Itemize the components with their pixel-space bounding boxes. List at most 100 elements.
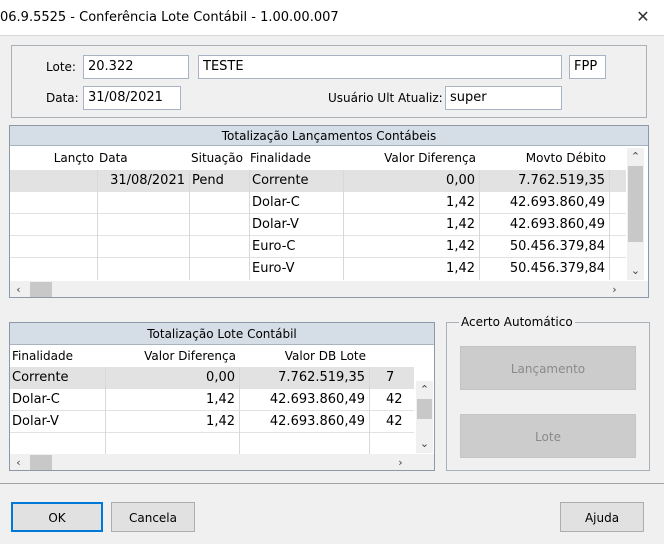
table-row[interactable]: 31/08/2021 Pend Corrente 0,00 7.762.519,… bbox=[10, 170, 626, 192]
cell-situacao: Pend bbox=[190, 170, 250, 192]
ajuda-button[interactable]: Ajuda bbox=[560, 502, 644, 532]
cell-valor-diferenca: 1,42 bbox=[106, 389, 240, 411]
chevron-up-icon[interactable]: ⌃ bbox=[416, 381, 433, 398]
col-header-data[interactable]: Data bbox=[99, 148, 189, 168]
col-header-finalidade[interactable]: Finalidade bbox=[12, 346, 106, 366]
lancamentos-horizontal-scrollbar[interactable]: ‹ › bbox=[10, 281, 648, 297]
cell-finalidade: Euro-V bbox=[250, 258, 344, 280]
cell-lancto bbox=[10, 236, 98, 258]
col-header-valor-diferenca[interactable]: Valor Diferença bbox=[106, 346, 240, 366]
cell-valor-diferenca: 1,42 bbox=[344, 192, 480, 214]
scroll-thumb[interactable] bbox=[30, 282, 52, 297]
cell-lancto bbox=[10, 214, 98, 236]
chevron-down-icon[interactable]: ⌄ bbox=[416, 435, 433, 452]
cell-next-column: 42 bbox=[386, 414, 403, 429]
acerto-automatico-group: Acerto Automático Lançamento Lote bbox=[446, 315, 650, 471]
footer-separator bbox=[0, 483, 664, 484]
lote-button[interactable]: Lote bbox=[460, 414, 636, 458]
cell-data bbox=[98, 258, 190, 280]
cell-valor-diferenca: 0,00 bbox=[106, 367, 240, 389]
col-header-lancto[interactable]: Lançto bbox=[10, 148, 96, 168]
table-row[interactable]: Dolar-C 1,42 42.693.860,49 bbox=[10, 192, 626, 214]
cell-valor-diferenca: 1,42 bbox=[344, 258, 480, 280]
col-header-valor-db-lote[interactable]: Valor DB Lote bbox=[240, 346, 370, 366]
table-row[interactable] bbox=[10, 433, 414, 455]
data-label: Data: bbox=[46, 91, 79, 105]
lancamentos-group: Totalização Lançamentos Contábeis Lançto… bbox=[9, 125, 649, 298]
cell-next-column: 42 bbox=[386, 392, 403, 407]
cell-valor-diferenca: 1,42 bbox=[344, 236, 480, 258]
ok-button[interactable]: OK bbox=[11, 502, 103, 532]
cell-finalidade: Dolar-C bbox=[250, 192, 344, 214]
lancamentos-grid-title: Totalização Lançamentos Contábeis bbox=[10, 126, 648, 146]
cell-data bbox=[98, 236, 190, 258]
lote-contabil-grid: Totalização Lote Contábil Finalidade Val… bbox=[9, 322, 435, 471]
lancamentos-vertical-scrollbar[interactable]: ⌃ ⌄ bbox=[627, 148, 644, 280]
table-row[interactable]: Dolar-C 1,42 42.693.860,49 42 bbox=[10, 389, 414, 411]
table-row[interactable]: Dolar-V 1,42 42.693.860,49 bbox=[10, 214, 626, 236]
lote-contabil-grid-title: Totalização Lote Contábil bbox=[10, 323, 434, 345]
cell-empty bbox=[240, 433, 370, 455]
cell-empty bbox=[106, 433, 240, 455]
cell-data: 31/08/2021 bbox=[98, 170, 190, 192]
header-group: Lote: 20.322 TESTE FPP Data: 31/08/2021 … bbox=[11, 45, 647, 118]
dialog-client: Lote: 20.322 TESTE FPP Data: 31/08/2021 … bbox=[0, 36, 664, 544]
scroll-thumb[interactable] bbox=[30, 455, 52, 470]
chevron-left-icon[interactable]: ‹ bbox=[10, 281, 27, 297]
usuario-field[interactable]: super bbox=[445, 86, 562, 110]
col-header-valor-diferenca[interactable]: Valor Diferença bbox=[344, 148, 480, 168]
chevron-right-icon[interactable]: › bbox=[392, 454, 409, 470]
cell-lancto bbox=[10, 192, 98, 214]
cell-finalidade: Dolar-V bbox=[250, 214, 344, 236]
table-row[interactable]: Corrente 0,00 7.762.519,35 7 bbox=[10, 367, 414, 389]
cell-movto-debito: 7.762.519,35 bbox=[480, 170, 610, 192]
lote-contabil-horizontal-scrollbar[interactable]: ‹ › bbox=[10, 454, 434, 470]
lancamento-button[interactable]: Lançamento bbox=[460, 346, 636, 390]
scroll-thumb[interactable] bbox=[628, 166, 643, 242]
cell-empty bbox=[10, 433, 106, 455]
cell-situacao bbox=[190, 192, 250, 214]
cell-valor-db-lote: 42.693.860,49 bbox=[240, 411, 370, 433]
cell-valor-db-lote: 7.762.519,35 bbox=[240, 367, 370, 389]
cell-finalidade: Dolar-C bbox=[10, 389, 106, 411]
cell-next-column: 7 bbox=[386, 370, 395, 385]
cell-situacao bbox=[190, 236, 250, 258]
lancamentos-grid: Totalização Lançamentos Contábeis Lançto… bbox=[9, 125, 649, 298]
cell-finalidade: Dolar-V bbox=[10, 411, 106, 433]
title-bar: 06.9.5525 - Conferência Lote Contábil - … bbox=[0, 0, 664, 36]
cell-data bbox=[98, 192, 190, 214]
table-row[interactable]: Euro-V 1,42 50.456.379,84 bbox=[10, 258, 626, 280]
lote-field[interactable]: 20.322 bbox=[83, 55, 189, 79]
cell-movto-debito: 42.693.860,49 bbox=[480, 214, 610, 236]
chevron-down-icon[interactable]: ⌄ bbox=[627, 262, 644, 279]
cell-situacao bbox=[190, 214, 250, 236]
table-row[interactable]: Euro-C 1,42 50.456.379,84 bbox=[10, 236, 626, 258]
acerto-automatico-legend: Acerto Automático bbox=[459, 315, 575, 329]
cell-finalidade: Corrente bbox=[10, 367, 106, 389]
cell-data bbox=[98, 214, 190, 236]
close-icon[interactable]: ✕ bbox=[632, 6, 654, 28]
col-header-situacao[interactable]: Situação bbox=[191, 148, 249, 168]
col-header-movto-debito[interactable]: Movto Débito bbox=[480, 148, 610, 168]
window-title: 06.9.5525 - Conferência Lote Contábil - … bbox=[0, 10, 339, 25]
lote-description-field[interactable]: TESTE bbox=[198, 55, 562, 79]
chevron-right-icon[interactable]: › bbox=[606, 281, 623, 297]
lote-label: Lote: bbox=[46, 60, 76, 74]
chevron-up-icon[interactable]: ⌃ bbox=[627, 148, 644, 165]
cell-movto-debito: 50.456.379,84 bbox=[480, 236, 610, 258]
data-field[interactable]: 31/08/2021 bbox=[83, 86, 181, 110]
chevron-left-icon[interactable]: ‹ bbox=[10, 454, 27, 470]
cell-movto-debito: 42.693.860,49 bbox=[480, 192, 610, 214]
cancela-button[interactable]: Cancela bbox=[111, 502, 195, 532]
cell-movto-debito: 50.456.379,84 bbox=[480, 258, 610, 280]
cell-valor-diferenca: 1,42 bbox=[344, 214, 480, 236]
cell-lancto bbox=[10, 258, 98, 280]
lote-contabil-vertical-scrollbar[interactable]: ⌃ ⌄ bbox=[416, 381, 433, 453]
col-header-finalidade[interactable]: Finalidade bbox=[250, 148, 344, 168]
cell-lancto bbox=[10, 170, 98, 192]
cell-finalidade: Corrente bbox=[250, 170, 344, 192]
lote-code-field[interactable]: FPP bbox=[569, 55, 606, 79]
cell-finalidade: Euro-C bbox=[250, 236, 344, 258]
table-row[interactable]: Dolar-V 1,42 42.693.860,49 42 bbox=[10, 411, 414, 433]
scroll-thumb[interactable] bbox=[417, 399, 432, 419]
